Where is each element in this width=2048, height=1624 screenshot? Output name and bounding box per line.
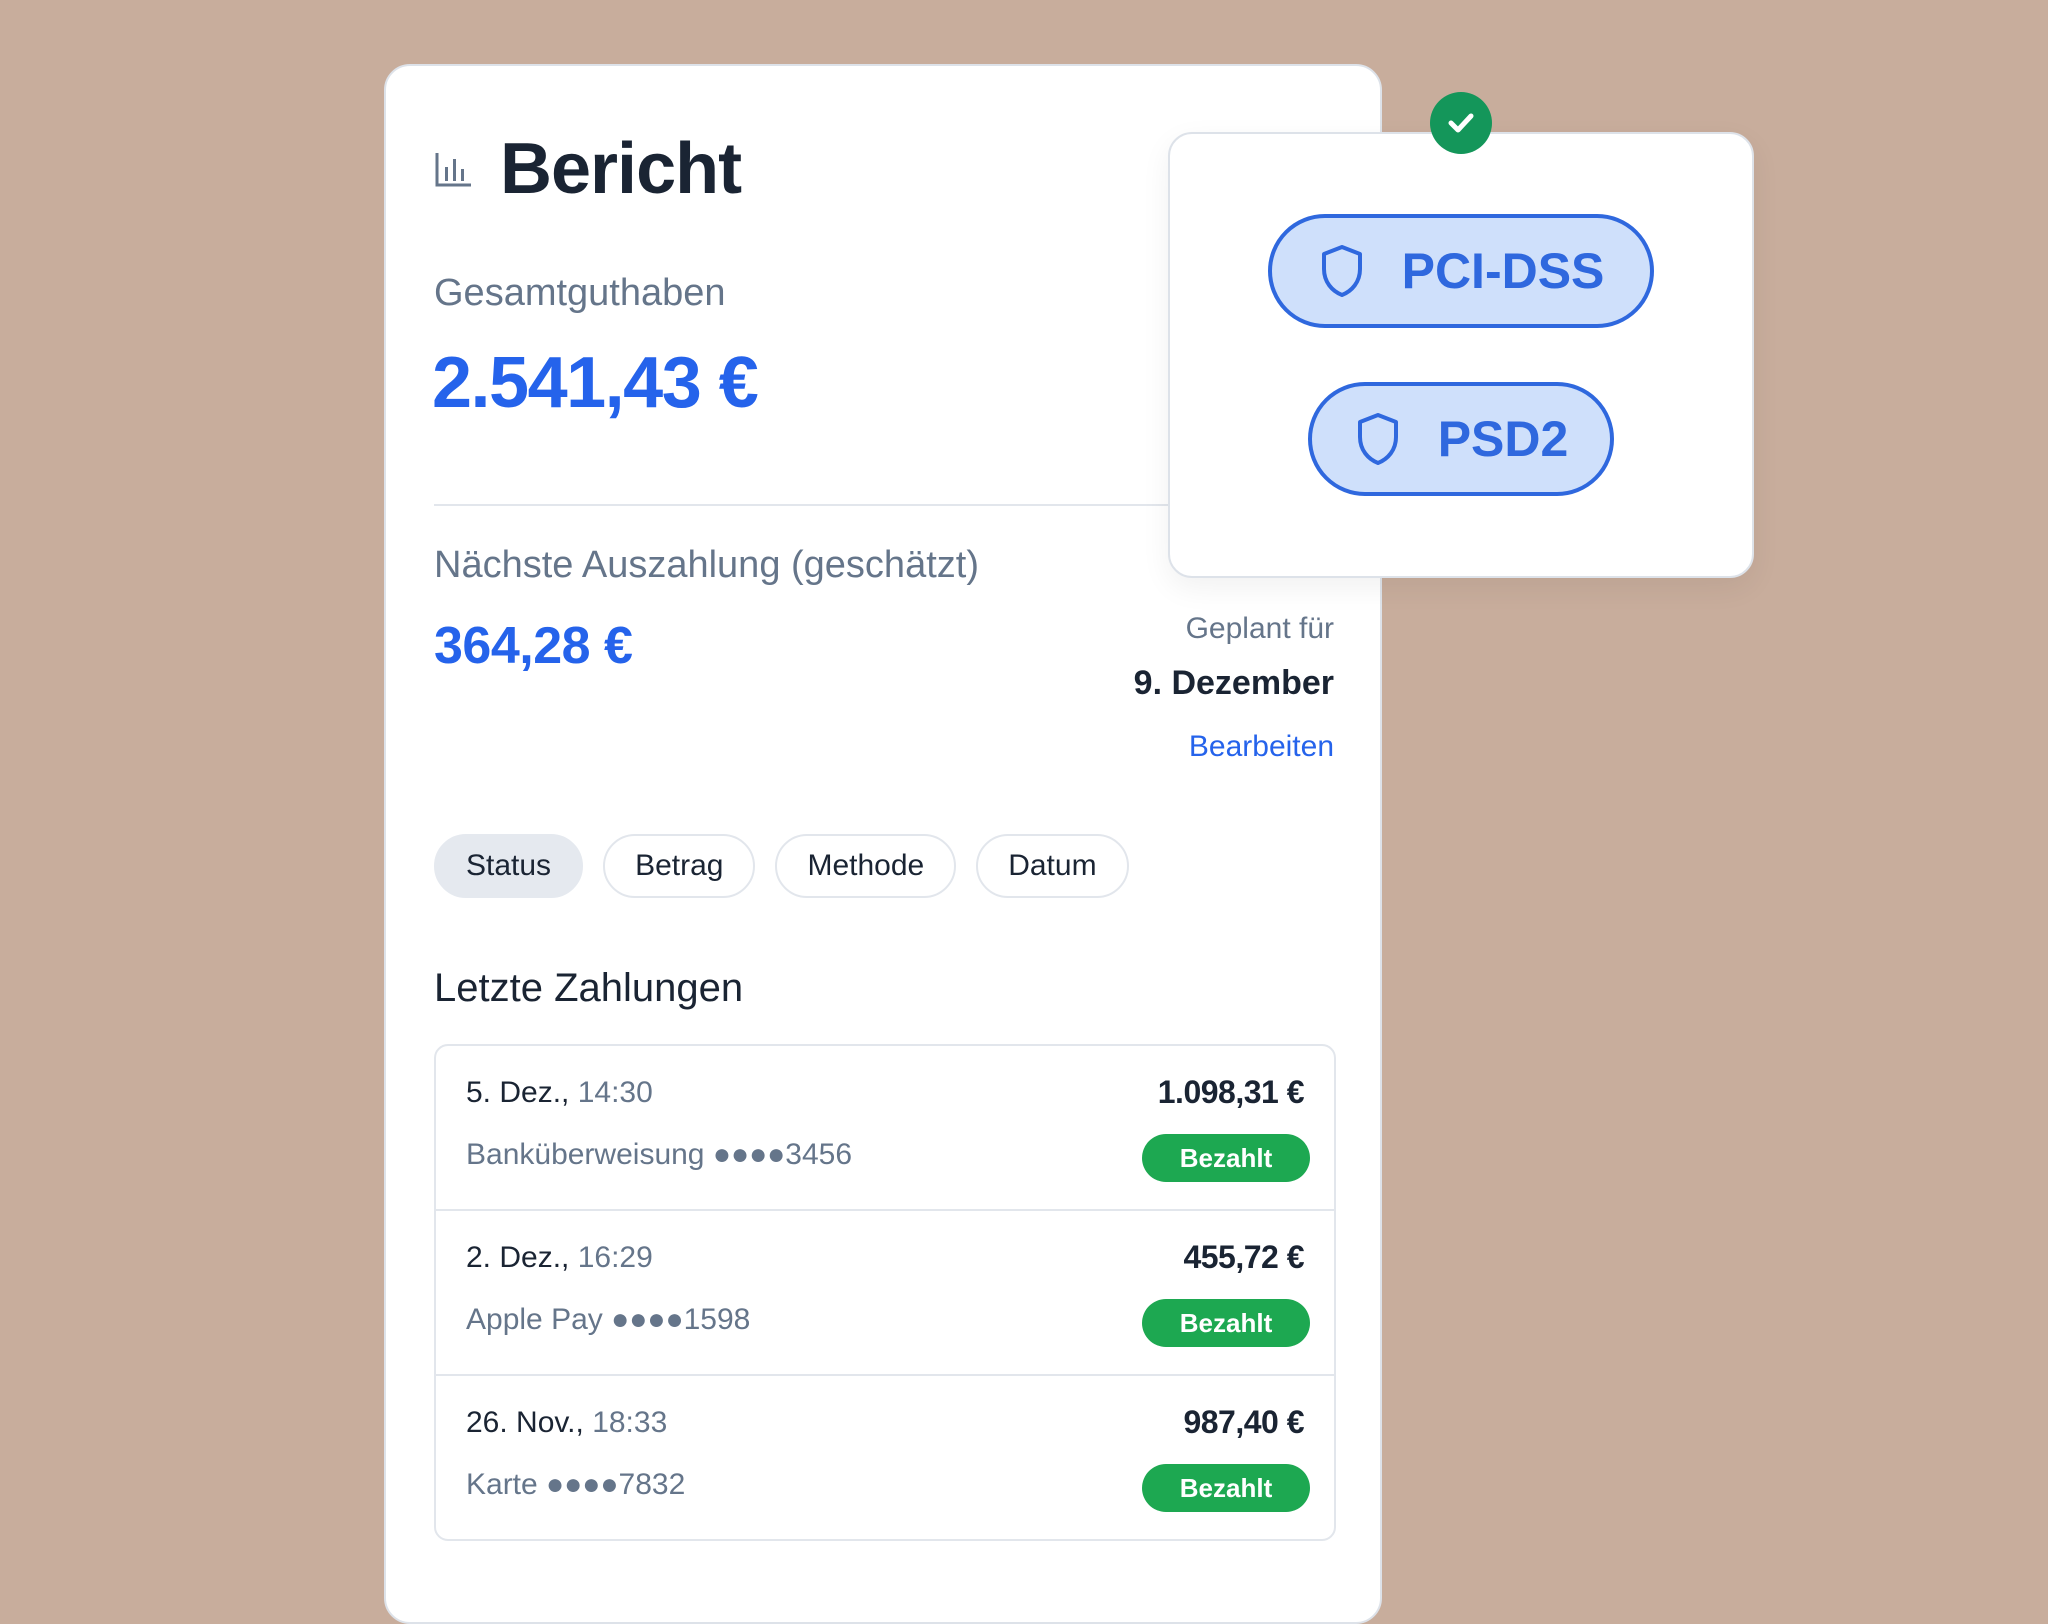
payment-date-day: 2. Dez., xyxy=(466,1241,570,1274)
payment-time: 18:33 xyxy=(592,1406,668,1439)
table-row[interactable]: 26. Nov., 18:33 Karte ●●●●7832 987,40 € … xyxy=(436,1376,1334,1539)
payment-date-day: 5. Dez., xyxy=(466,1076,570,1109)
bar-chart-icon xyxy=(435,153,471,187)
shield-icon xyxy=(1321,245,1362,297)
report-header: Bericht xyxy=(434,128,742,210)
filter-chips: Status Betrag Methode Datum xyxy=(434,834,1129,898)
payment-date: 5. Dez., 14:30 xyxy=(466,1076,653,1110)
scheduled-date: 9. Dezember xyxy=(1133,664,1334,702)
status-badge: Bezahlt xyxy=(1142,1299,1310,1347)
filter-chip-status[interactable]: Status xyxy=(434,834,584,898)
compliance-badge-label: PSD2 xyxy=(1437,411,1569,467)
table-row[interactable]: 2. Dez., 16:29 Apple Pay ●●●●1598 455,72… xyxy=(436,1211,1334,1376)
payments-list: 5. Dez., 14:30 Banküberweisung ●●●●3456 … xyxy=(434,1044,1336,1541)
payment-time: 14:30 xyxy=(577,1076,653,1109)
payout-amount: 364,28 € xyxy=(434,617,633,675)
check-icon xyxy=(1430,92,1492,154)
payment-date-day: 26. Nov., xyxy=(466,1406,584,1439)
payout-label: Nächste Auszahlung (geschätzt) xyxy=(434,544,979,586)
balance-label: Gesamtguthaben xyxy=(434,272,726,314)
shield-icon xyxy=(1357,413,1398,465)
status-badge: Bezahlt xyxy=(1142,1134,1310,1182)
payment-amount: 1.098,31 € xyxy=(1157,1074,1305,1110)
compliance-badge-pci-dss: PCI-DSS xyxy=(1268,214,1654,328)
payment-method: Banküberweisung ●●●●3456 xyxy=(466,1138,853,1171)
page-title: Bericht xyxy=(500,129,742,209)
filter-chip-amount[interactable]: Betrag xyxy=(603,834,756,898)
table-row[interactable]: 5. Dez., 14:30 Banküberweisung ●●●●3456 … xyxy=(436,1046,1334,1211)
payment-date: 26. Nov., 18:33 xyxy=(466,1406,667,1440)
filter-chip-date[interactable]: Datum xyxy=(976,834,1129,898)
compliance-badge-psd2: PSD2 xyxy=(1308,382,1614,496)
payment-amount: 455,72 € xyxy=(1183,1239,1304,1275)
payment-method: Apple Pay ●●●●1598 xyxy=(466,1303,751,1336)
compliance-card xyxy=(1168,132,1754,578)
scheduled-label: Geplant für xyxy=(1185,612,1334,645)
status-badge: Bezahlt xyxy=(1142,1464,1310,1512)
payment-time: 16:29 xyxy=(577,1241,653,1274)
payment-date: 2. Dez., 16:29 xyxy=(466,1241,653,1275)
balance-amount: 2.541,43 € xyxy=(432,343,759,423)
compliance-badge-label: PCI-DSS xyxy=(1401,243,1605,299)
filter-chip-method[interactable]: Methode xyxy=(775,834,957,898)
checkmark-icon xyxy=(1448,113,1474,133)
payment-method: Karte ●●●●7832 xyxy=(466,1468,686,1501)
section-title: Letzte Zahlungen xyxy=(434,966,744,1010)
edit-link[interactable]: Bearbeiten xyxy=(1189,730,1334,764)
payment-amount: 987,40 € xyxy=(1183,1404,1304,1440)
